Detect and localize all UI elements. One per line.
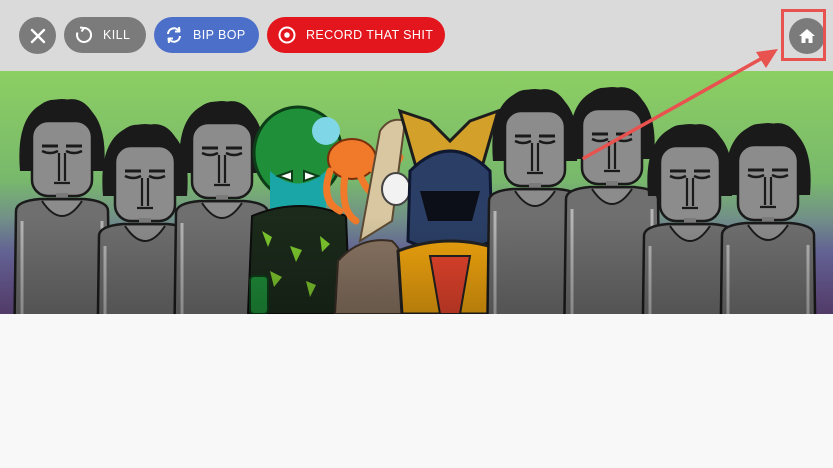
close-icon — [30, 28, 45, 43]
bip-bop-button[interactable]: BIP BOP — [154, 17, 259, 53]
bip-bop-label: BIP BOP — [193, 28, 246, 42]
home-highlight-box — [781, 9, 826, 61]
kill-label: KILL — [103, 28, 131, 42]
characters-banner — [0, 71, 833, 314]
lower-panel — [0, 314, 833, 468]
kill-button[interactable]: KILL — [64, 17, 146, 53]
record-button[interactable]: RECORD THAT SHIT — [267, 17, 445, 53]
refresh-icon — [73, 24, 95, 46]
shuffle-icon — [163, 24, 185, 46]
record-label: RECORD THAT SHIT — [306, 28, 434, 42]
record-icon — [276, 24, 298, 46]
close-button[interactable] — [19, 17, 56, 54]
top-toolbar: KILL BIP BOP RECORD THAT SHIT — [0, 0, 833, 71]
